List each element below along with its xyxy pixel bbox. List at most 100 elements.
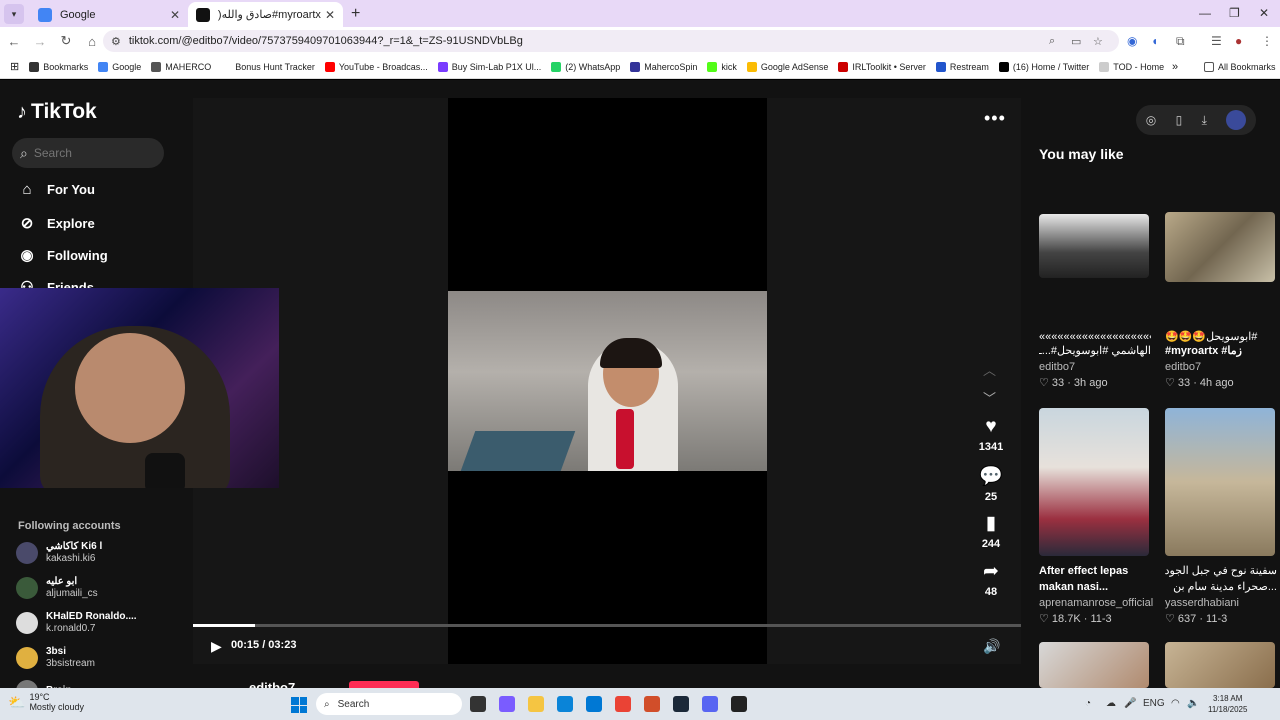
bookmark-item[interactable]: kick	[707, 61, 737, 72]
profile-avatar[interactable]: ●	[1235, 34, 1242, 48]
bookmark-item[interactable]: Bonus Hunt Tracker	[221, 61, 315, 72]
chevron-up-icon[interactable]: ︿	[983, 360, 996, 379]
bookmark-item[interactable]: Bookmarks	[29, 61, 88, 72]
bookmark-item[interactable]: YouTube - Broadcas...	[324, 61, 428, 72]
menu-icon[interactable]: ⋮	[1261, 34, 1273, 48]
more-options-icon[interactable]: •••	[984, 108, 1006, 129]
edge-icon[interactable]	[557, 696, 573, 712]
mic-icon[interactable]: 🎤	[1124, 698, 1136, 709]
new-tab-button[interactable]: +	[351, 5, 360, 23]
windows-start-icon[interactable]	[291, 697, 307, 713]
tab-tiktok[interactable]: myroartx#صادق والله(99+) ...ى ✕	[188, 2, 343, 27]
play-icon[interactable]: ▶	[211, 638, 222, 655]
search-input[interactable]	[33, 146, 144, 160]
minimize-icon[interactable]: —	[1199, 6, 1211, 20]
star-icon[interactable]: ☆	[1093, 35, 1103, 48]
recommend-card[interactable]: سفينة نوح في جبل الجودي في ...صحراء مدين…	[1165, 408, 1277, 625]
following-accounts-title: Following accounts	[18, 520, 121, 532]
site-info-icon[interactable]: ⚙	[111, 35, 121, 48]
tiktok-logo[interactable]: ♪ TikTok	[17, 100, 97, 124]
volume-icon[interactable]: 🔊	[983, 638, 1000, 655]
video-frame[interactable]	[448, 291, 767, 471]
task-view-icon[interactable]	[470, 696, 486, 712]
tab-google[interactable]: Google ✕	[30, 2, 188, 27]
share-button[interactable]: ➦ 48	[973, 560, 1009, 598]
all-bookmarks-link[interactable]: All Bookmarks	[1204, 61, 1276, 72]
bookmark-item[interactable]: Restream	[935, 61, 989, 72]
close-window-icon[interactable]: ✕	[1259, 6, 1269, 20]
onedrive-icon[interactable]: ☁	[1106, 698, 1116, 709]
nav-for-you[interactable]: ⌂ For You	[18, 181, 94, 198]
bookmark-item[interactable]: Buy Sim-Lab P1X Ul...	[437, 61, 541, 72]
file-explorer-icon[interactable]	[528, 696, 544, 712]
url-text[interactable]: tiktok.com/@editbo7/video/75737594097010…	[129, 35, 523, 47]
tab-search-button[interactable]: ▾	[4, 4, 24, 24]
tiktok-page: ♪TikTok ⌕ ⌂For You ⊘Explore ◉Following ⚇…	[0, 80, 1280, 702]
taskbar-search[interactable]: ⌕ Search	[316, 693, 462, 715]
following-account[interactable]: KHalED Ronaldo.... k.ronald0.7	[16, 611, 137, 635]
extensions-icon[interactable]: ⧉	[1176, 34, 1185, 49]
bookmark-item[interactable]: TOD - Home	[1099, 61, 1164, 72]
bookmark-item[interactable]: MAHERCO	[151, 61, 211, 72]
address-bar[interactable]: ⚙ tiktok.com/@editbo7/video/757375940970…	[103, 30, 1119, 52]
bookmark-label: Google AdSense	[760, 61, 829, 72]
mobile-icon[interactable]: ▯	[1176, 113, 1183, 127]
bookmark-item[interactable]: IRLToolkit • Server	[838, 61, 926, 72]
download-icon[interactable]: ⤓	[1202, 113, 1207, 128]
audio-icon[interactable]: ◖	[1151, 34, 1158, 48]
chevron-down-icon[interactable]: ﹀	[983, 388, 996, 407]
recommend-card[interactable]: ««««««««««««««««««««««« الهاشمي #ابوسويح…	[1039, 214, 1151, 389]
bookmark-label: Restream	[949, 61, 989, 72]
bookmark-item[interactable]: MahercoSpin	[630, 61, 697, 72]
weather-widget[interactable]: ⛅ 19°C Mostly cloudy	[8, 692, 84, 712]
maximize-icon[interactable]: ❐	[1229, 6, 1240, 20]
following-account[interactable]: كاكاشي Ki6 l kakashi.ki6	[16, 541, 102, 565]
following-account[interactable]: ابو عليه aljumaili_cs	[16, 576, 98, 600]
chrome-icon[interactable]	[615, 696, 631, 712]
save-button[interactable]: ▮ 244	[973, 512, 1009, 550]
speaker-icon[interactable]: 🔈	[1187, 698, 1199, 709]
recommend-card[interactable]	[1165, 642, 1277, 688]
brave-icon[interactable]	[644, 696, 660, 712]
progress-bar[interactable]	[193, 624, 1021, 627]
bookmark-item[interactable]: Google	[98, 61, 141, 72]
like-button[interactable]: ♥ 1341	[973, 416, 1009, 453]
recommend-card[interactable]: 🤩🤩🤩ابوسويحل# #myroartx #زما editbo7 ♡ 33…	[1165, 212, 1277, 389]
epic-icon[interactable]	[731, 696, 747, 712]
close-tab-icon[interactable]: ✕	[170, 8, 180, 22]
language-indicator[interactable]: ENG	[1143, 698, 1165, 709]
wifi-icon[interactable]: ◠	[1171, 698, 1180, 709]
bookmark-item[interactable]: (16) Home / Twitter	[998, 61, 1089, 72]
extension-icon[interactable]: ◉	[1127, 34, 1137, 48]
search-box[interactable]: ⌕	[12, 138, 164, 168]
profile-avatar[interactable]	[1226, 110, 1247, 130]
reading-list-icon[interactable]: ☰	[1211, 34, 1222, 48]
back-icon[interactable]: ←	[2, 34, 26, 49]
more-bookmarks-icon[interactable]: »	[1172, 61, 1178, 73]
install-icon[interactable]: ▭	[1071, 35, 1081, 48]
bookmark-favicon-icon	[746, 61, 757, 72]
coin-icon[interactable]: ◎	[1146, 113, 1156, 127]
zoom-icon[interactable]: ⌕	[1049, 35, 1055, 48]
store-icon[interactable]	[586, 696, 602, 712]
steam-icon[interactable]	[673, 696, 689, 712]
recommend-card[interactable]: After effect lepas makan nasi... aprenam…	[1039, 408, 1153, 625]
comment-button[interactable]: 💬 25	[973, 464, 1009, 503]
clock[interactable]: 3:18 AM 11/18/2025	[1208, 693, 1247, 715]
reload-icon[interactable]: ↻	[54, 33, 78, 49]
nav-following[interactable]: ◉ Following	[18, 246, 107, 264]
following-account[interactable]: 3bsi 3bsistream	[16, 646, 95, 670]
nav-explore[interactable]: ⊘ Explore	[18, 214, 95, 232]
card-title-line2: ...صحراء مدينة سام بن	[1173, 581, 1277, 593]
copilot-icon[interactable]	[499, 696, 515, 712]
recommend-card[interactable]	[1039, 642, 1151, 688]
forward-icon[interactable]: →	[28, 34, 52, 49]
network-icon[interactable]: ◔	[1085, 698, 1091, 709]
bookmark-item[interactable]: (2) WhatsApp	[551, 61, 620, 72]
bookmark-item[interactable]: Google AdSense	[746, 61, 829, 72]
video-player[interactable]: ••• ︿ ﹀ ♥ 1341 💬 25 ▮ 244 ➦ 48 ▶ 00:15 / 03:…	[193, 98, 1021, 664]
discord-icon[interactable]	[702, 696, 718, 712]
home-icon[interactable]: ⌂	[80, 34, 104, 49]
close-tab-icon[interactable]: ✕	[325, 8, 335, 22]
apps-icon[interactable]: ⊞	[10, 60, 19, 73]
